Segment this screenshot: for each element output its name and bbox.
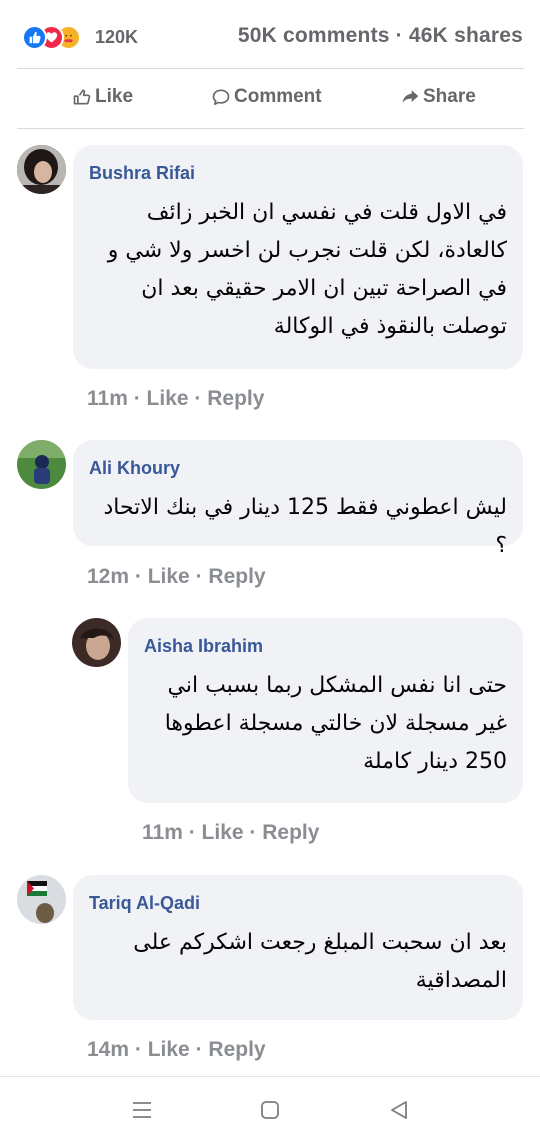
comment-text: ليش اعطوني فقط 125 دينار في بنك الاتحاد … [103,495,507,558]
divider [17,128,524,129]
comment-time[interactable]: 11m [87,387,128,410]
home-button[interactable] [257,1097,283,1123]
like-reaction-icon [22,24,47,50]
commenter-name[interactable]: Ali Khoury [89,458,507,479]
triangle-back-icon [391,1101,407,1119]
comment-like-link[interactable]: Like [202,821,244,844]
comments-shares-count[interactable]: 50K comments · 46K shares [238,24,523,48]
recent-apps-button[interactable] [129,1097,155,1123]
comment-text: حتى انا نفس المشكل ربما بسبب اني غير مسج… [164,673,507,774]
comment-reply-link[interactable]: Reply [262,821,319,844]
comment-icon [212,89,230,105]
reaction-count[interactable]: 120K [95,27,138,48]
share-arrow-icon [402,90,419,103]
system-navigation-bar [0,1076,540,1142]
action-bar: Like Comment Share [0,70,540,128]
comment-bubble: Ali Khoury ليش اعطوني فقط 125 دينار في ب… [73,440,523,558]
comment-time[interactable]: 12m [87,565,129,588]
comment-time[interactable]: 14m [87,1038,129,1061]
comment-reply-link[interactable]: Reply [208,565,265,588]
comment-button[interactable]: Comment [211,86,322,108]
like-button[interactable]: Like [72,86,133,108]
reaction-icons[interactable] [22,23,81,51]
avatar[interactable] [17,875,66,924]
thumbs-up-icon [73,89,91,105]
commenter-name[interactable]: Tariq Al-Qadi [89,893,507,914]
comment-bubble: Tariq Al-Qadi بعد ان سحبت المبلغ رجعت اش… [73,875,523,1020]
comment-reply-link[interactable]: Reply [208,1038,265,1061]
comment-meta: 11m · Like · Reply [142,821,320,844]
comment-like-link[interactable]: Like [148,1038,190,1061]
comment-meta: 11m · Like · Reply [87,387,265,410]
commenter-name[interactable]: Bushra Rifai [89,163,507,184]
share-button-label: Share [423,86,476,107]
reply-bubble: Aisha Ibrahim حتى انا نفس المشكل ربما بس… [128,618,523,803]
reactions-summary: 120K 50K comments · 46K shares [0,0,540,70]
comment-text: بعد ان سحبت المبلغ رجعت اشكركم على المصد… [133,930,507,993]
divider [17,68,524,69]
comment-meta: 12m · Like · Reply [87,565,266,588]
avatar[interactable] [17,440,66,489]
comment-like-link[interactable]: Like [147,387,189,410]
commenter-name[interactable]: Aisha Ibrahim [144,636,507,657]
comment-meta: 14m · Like · Reply [87,1038,266,1061]
comment-like-link[interactable]: Like [148,565,190,588]
comment-button-label: Comment [234,86,322,107]
comment-text: في الاول قلت في نفسي ان الخبر زائف كالعا… [107,200,507,339]
square-home-icon [261,1101,279,1119]
share-button[interactable]: Share [400,86,476,108]
avatar[interactable] [17,145,66,194]
back-button[interactable] [386,1097,412,1123]
menu-lines-icon [133,1102,151,1118]
like-button-label: Like [95,86,134,107]
comment-bubble: Bushra Rifai في الاول قلت في نفسي ان الخ… [73,145,523,369]
comment-time[interactable]: 11m [142,821,183,844]
avatar[interactable] [72,618,121,667]
comment-reply-link[interactable]: Reply [207,387,264,410]
